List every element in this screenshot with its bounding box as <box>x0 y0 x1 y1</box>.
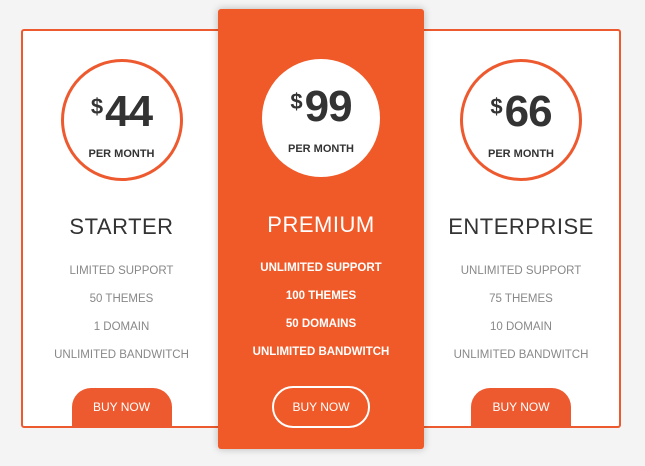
plan-name: STARTER <box>69 214 174 239</box>
feature-item: UNLIMITED BANDWITCH <box>54 349 189 361</box>
feature-item: UNLIMITED BANDWITCH <box>453 349 589 361</box>
feature-item: 75 THEMES <box>489 293 553 305</box>
price: $ 44 <box>64 90 180 134</box>
feature-item: UNLIMITED BANDWITCH <box>252 346 390 358</box>
price-period: PER MONTH <box>288 143 354 155</box>
price-amount: 66 <box>504 87 553 136</box>
feature-item: 50 THEMES <box>89 293 154 305</box>
buy-now-button-premium[interactable]: BUY NOW <box>272 386 370 428</box>
feature-item: 1 DOMAIN <box>93 321 150 333</box>
currency-symbol: $ <box>490 94 503 119</box>
price-period: PER MONTH <box>488 148 554 160</box>
price-circle: $ 99 PER MONTH <box>262 59 380 177</box>
buy-now-button-enterprise[interactable]: BUY NOW <box>471 388 571 426</box>
feature-item: 50 DOMAINS <box>285 318 357 330</box>
feature-item: UNLIMITED SUPPORT <box>260 262 382 274</box>
price: $ 66 <box>463 90 579 134</box>
price: $ 99 <box>262 85 380 129</box>
price-period: PER MONTH <box>88 148 155 160</box>
pricing-card-premium: $ 99 PER MONTH PREMIUM UNLIMITED SUPPORT… <box>218 9 424 449</box>
buy-now-button-starter[interactable]: BUY NOW <box>71 388 172 426</box>
feature-list: UNLIMITED SUPPORT 75 THEMES 10 DOMAIN UN… <box>423 263 619 375</box>
feature-item: UNLIMITED SUPPORT <box>460 265 582 277</box>
price-circle: $ 66 PER MONTH <box>460 59 582 181</box>
price-amount: 99 <box>304 82 353 131</box>
plan-name: PREMIUM <box>267 212 375 237</box>
price-circle: $ 44 PER MONTH <box>60 59 183 181</box>
feature-item: 100 THEMES <box>285 290 357 302</box>
pricing-card-enterprise: $ 66 PER MONTH ENTERPRISE UNLIMITED SUPP… <box>421 29 621 428</box>
currency-symbol: $ <box>90 94 104 119</box>
feature-list: UNLIMITED SUPPORT 100 THEMES 50 DOMAINS … <box>218 260 424 372</box>
feature-item: 10 DOMAIN <box>490 321 552 333</box>
pricing-card-starter: $ 44 PER MONTH STARTER LIMITED SUPPORT 5… <box>21 29 222 428</box>
price-amount: 44 <box>105 87 153 136</box>
plan-name: ENTERPRISE <box>448 214 594 239</box>
currency-symbol: $ <box>290 89 303 114</box>
feature-item: LIMITED SUPPORT <box>69 265 174 277</box>
feature-list: LIMITED SUPPORT 50 THEMES 1 DOMAIN UNLIM… <box>23 263 220 375</box>
